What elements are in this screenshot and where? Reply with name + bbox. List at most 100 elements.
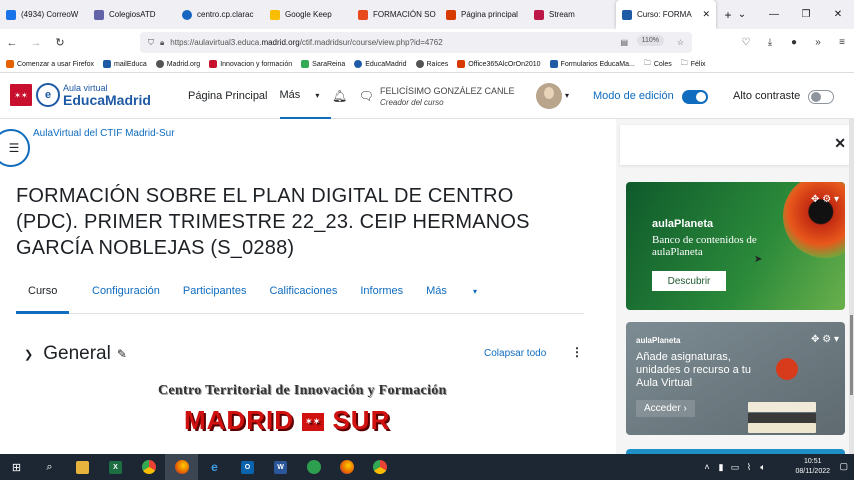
collapse-all-link[interactable]: Colapsar todo <box>484 348 546 359</box>
app-icon <box>306 460 321 474</box>
bookmark-item[interactable]: Formularios EducaMa... <box>549 60 635 68</box>
chevron-down-icon[interactable]: ▾ <box>834 194 839 205</box>
taskbar-app[interactable]: X <box>99 454 132 480</box>
bookmark-item[interactable]: SaraReina <box>301 60 345 68</box>
tab-correo[interactable]: (4934) CorreoW <box>0 0 88 29</box>
tab-participantes[interactable]: Participantes <box>183 279 247 313</box>
globe-icon <box>182 9 192 20</box>
search-button[interactable]: ⌕ <box>33 454 66 480</box>
page-scrollbar[interactable] <box>849 119 854 454</box>
notifications-icon[interactable]: 🔔︎ <box>332 89 347 103</box>
minimize-icon[interactable]: — <box>758 9 790 20</box>
downloads-icon[interactable]: ⤓ <box>758 37 782 48</box>
bookmark-item[interactable]: Raíces <box>415 60 448 68</box>
reader-view-icon[interactable]: ▤ <box>620 38 628 47</box>
kebab-menu-icon[interactable]: ⋮ <box>571 345 583 359</box>
notifications-icon[interactable]: ▢ <box>839 461 848 472</box>
usb-icon[interactable]: ▮ <box>714 462 728 473</box>
avatar[interactable] <box>536 83 562 109</box>
tab-colegios[interactable]: ColegiosATD <box>88 0 176 29</box>
tab-curso-active[interactable]: Curso: FORMA ✕ <box>616 0 716 29</box>
aulaplaneta-card: ✥ ⚙ ▾ aulaPlaneta Banco de contenidos de… <box>626 182 845 310</box>
restore-icon[interactable]: ❐ <box>790 9 822 20</box>
move-icon[interactable]: ✥ <box>811 194 819 205</box>
battery-icon[interactable]: ▭ <box>728 462 742 473</box>
tab-list-icon[interactable]: ⌄ <box>726 9 758 20</box>
taskbar-app[interactable]: W <box>264 454 297 480</box>
back-icon[interactable]: ← <box>0 37 24 49</box>
course-index-toggle[interactable]: ☰ <box>0 129 30 167</box>
taskbar-app[interactable] <box>132 454 165 480</box>
bookmark-star-icon[interactable]: ☆ <box>677 38 684 47</box>
bookmark-item[interactable]: Innovacion y formación <box>209 60 292 68</box>
bookmark-item[interactable]: Comenzar a usar Firefox <box>6 60 94 68</box>
tab-calificaciones[interactable]: Calificaciones <box>269 279 337 313</box>
tab-mas[interactable]: Más ▾ <box>426 279 500 313</box>
reload-icon[interactable]: ↻ <box>48 36 72 49</box>
tab-keep[interactable]: Google Keep <box>264 0 352 29</box>
taskbar-app[interactable]: e <box>198 454 231 480</box>
bookmark-folder[interactable]: 🗀︎ Coles <box>644 59 672 70</box>
volume-icon[interactable]: 🔈︎ <box>756 462 770 473</box>
breadcrumb[interactable]: AulaVirtual del CTIF Madrid-Sur <box>33 128 175 139</box>
nav-home[interactable]: Página Principal <box>188 90 268 102</box>
taskbar-app-active[interactable] <box>165 454 198 480</box>
user-menu[interactable]: FELICÍSIMO GONZÁLEZ CANLE Creador del cu… <box>380 86 515 108</box>
gear-icon[interactable]: ⚙ <box>822 194 831 205</box>
chevron-down-icon[interactable]: ▾ <box>834 334 839 345</box>
chevron-up-icon[interactable]: ˄ <box>700 462 714 472</box>
bookmark-item[interactable]: Office365AlcOrOn2010 <box>457 60 541 68</box>
tab-stream[interactable]: Stream <box>528 0 616 29</box>
close-icon[interactable]: ✕ <box>834 135 846 152</box>
bookmark-folder[interactable]: 🗀︎ Félix <box>681 59 706 70</box>
course-tabs: Curso Configuración Participantes Califi… <box>16 279 584 314</box>
clock[interactable]: 10:51 08/11/2022 <box>795 457 830 477</box>
taskbar-app[interactable] <box>66 454 99 480</box>
tab-curso[interactable]: Curso <box>16 279 69 314</box>
network-icon[interactable]: ⌇ <box>742 462 756 473</box>
site-logo[interactable]: ✶✶ e Aula virtual EducaMadrid <box>10 83 151 107</box>
shield-icon: ⛉ <box>148 37 154 47</box>
mouse-cursor-icon: ➤ <box>754 254 763 265</box>
account-icon[interactable]: ● <box>782 37 806 48</box>
bookmark-item[interactable]: Madrid.org <box>155 60 200 68</box>
chevron-down-icon[interactable]: ❯ <box>24 348 33 361</box>
edit-mode-toggle[interactable] <box>682 90 708 104</box>
taskbar-app[interactable] <box>363 454 396 480</box>
menu-icon[interactable]: ≡ <box>830 37 854 48</box>
high-contrast-toggle[interactable] <box>808 90 834 104</box>
gear-icon[interactable]: ⚙ <box>822 334 831 345</box>
zoom-level[interactable]: 110% <box>636 35 664 46</box>
pocket-icon[interactable]: ♡ <box>734 37 758 48</box>
taskbar-app[interactable] <box>330 454 363 480</box>
messages-icon[interactable]: 🗨︎ <box>359 89 374 103</box>
move-icon[interactable]: ✥ <box>811 334 819 345</box>
bookmark-item[interactable]: mailEduca <box>103 60 147 68</box>
descubrir-button[interactable]: Descubrir <box>652 271 726 291</box>
acceder-button[interactable]: Acceder › <box>636 400 695 417</box>
tab-informes[interactable]: Informes <box>360 279 403 313</box>
close-window-icon[interactable]: ✕ <box>822 9 854 20</box>
tab-centro[interactable]: centro.cp.clarac <box>176 0 264 29</box>
extensions-icon[interactable]: » <box>806 37 830 48</box>
taskbar-app[interactable]: O <box>231 454 264 480</box>
mail-icon <box>6 9 16 20</box>
list-icon: ☰ <box>8 141 20 155</box>
card-brand: aulaPlaneta <box>636 336 681 345</box>
file-explorer-icon <box>76 460 89 474</box>
forward-icon[interactable]: → <box>24 37 48 49</box>
outlook-icon: O <box>241 460 254 474</box>
close-tab-icon[interactable]: ✕ <box>702 9 710 20</box>
url-bar[interactable]: ⛉ 🔒︎ https://aulavirtual3.educa.madrid.o… <box>140 32 692 53</box>
pencil-icon[interactable]: ✎ <box>117 347 127 361</box>
tab-configuracion[interactable]: Configuración <box>92 279 160 313</box>
nav-more[interactable]: Más ▾ <box>279 73 332 119</box>
browser-tab-strip: (4934) CorreoW ColegiosATD centro.cp.cla… <box>0 0 854 29</box>
tab-formacion[interactable]: FORMACIÓN SO <box>352 0 440 29</box>
windows-icon: ⊞ <box>11 461 22 474</box>
taskbar-app[interactable] <box>297 454 330 480</box>
start-button[interactable]: ⊞ <box>0 454 33 480</box>
tab-pagina-principal[interactable]: Página principal <box>440 0 528 29</box>
chevron-down-icon[interactable]: ▾ <box>565 91 569 100</box>
bookmark-item[interactable]: EducaMadrid <box>354 60 407 68</box>
